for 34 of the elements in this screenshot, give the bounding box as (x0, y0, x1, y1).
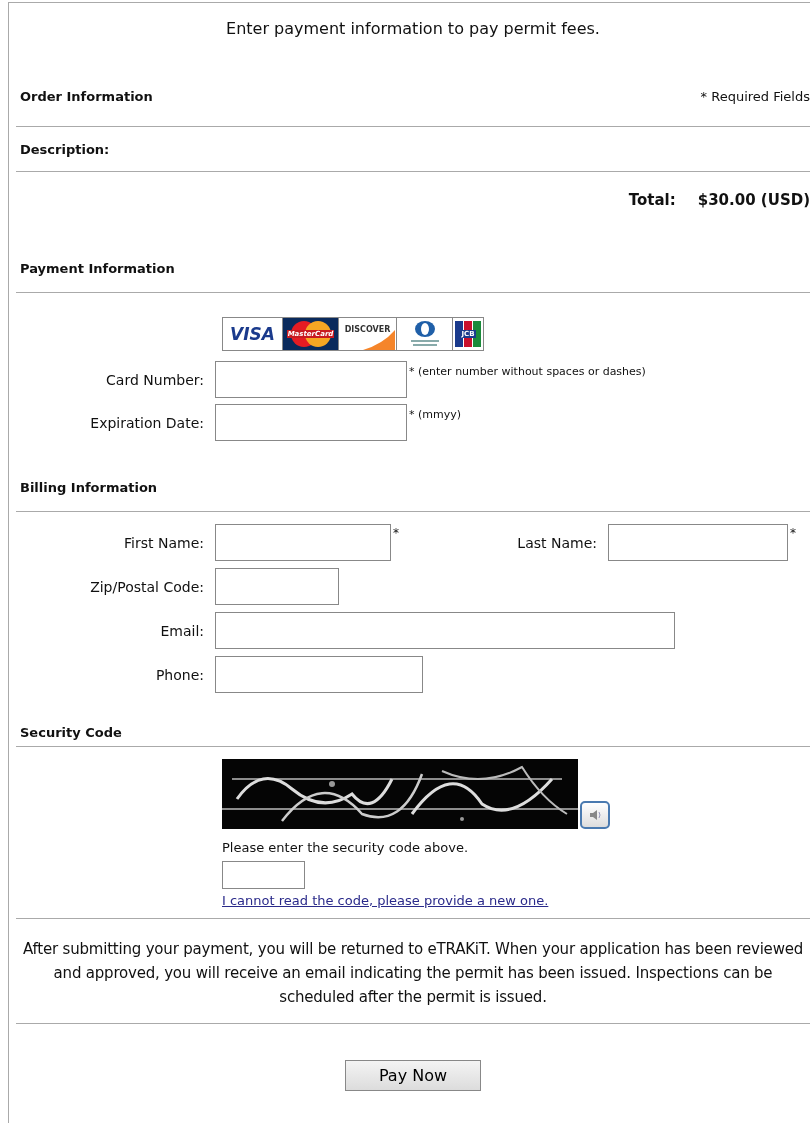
description-label: Description: (20, 141, 110, 157)
input-field[interactable] (215, 568, 339, 605)
required-mark: * (790, 526, 797, 540)
input-field[interactable] (215, 524, 391, 561)
total-label: Total: (628, 191, 676, 209)
security-code-field[interactable] (222, 861, 305, 889)
field-label: Email: (159, 622, 204, 639)
field-hint: * (mmyy) (409, 408, 462, 421)
input-field[interactable] (215, 404, 407, 441)
notice-text: After submitting your payment, you will be returned to eTRAKiT. When your application has been reviewed and approved, you will receive an email indicating the permit has been issued. Inspections can be scheduled after the permit is issued. (21, 939, 805, 1008)
required-fields-note: * Required Fields (700, 88, 810, 104)
total-amount: $30.00 (USD) (697, 191, 810, 209)
page-title: Enter payment information to pay permit fees. (225, 18, 601, 40)
field-label: Last Name: (516, 534, 597, 551)
section-heading: Billing Information (20, 480, 158, 495)
field-hint: * (enter number without spaces or dashes) (409, 365, 646, 378)
field-label: Phone: (154, 666, 204, 683)
field-label: Zip/Postal Code: (89, 578, 204, 595)
input-field[interactable] (608, 524, 788, 561)
speaker-icon (587, 807, 603, 823)
section-heading: Order Information (20, 88, 153, 104)
pay-now-button[interactable]: Pay Now (345, 1060, 481, 1091)
field-label: First Name: (123, 534, 204, 551)
input-field[interactable] (215, 612, 675, 649)
audio-button[interactable] (580, 801, 610, 829)
field-label: Card Number: (105, 371, 204, 388)
input-field[interactable] (215, 361, 407, 398)
field-label: Expiration Date: (89, 414, 204, 431)
new-code-link[interactable]: I cannot read the code, please provide a new one. (222, 893, 549, 908)
input-field[interactable] (215, 656, 423, 693)
security-code-prompt: Please enter the security code above. (222, 840, 470, 855)
required-mark: * (393, 526, 400, 540)
section-heading: Payment Information (20, 261, 175, 276)
section-heading: Security Code (20, 725, 122, 740)
